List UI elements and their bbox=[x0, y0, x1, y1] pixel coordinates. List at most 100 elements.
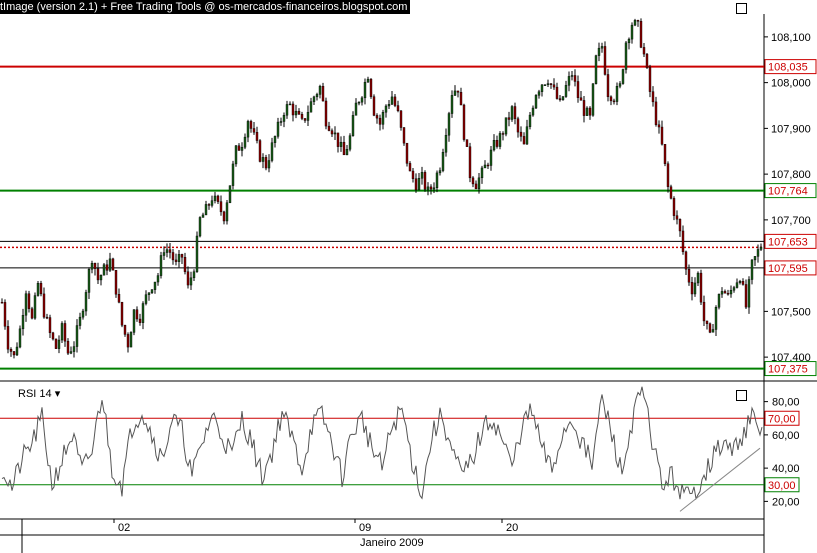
candle-body bbox=[66, 340, 70, 354]
candle-body bbox=[123, 324, 127, 335]
candle-body bbox=[648, 67, 652, 92]
candle-body bbox=[699, 272, 703, 303]
candle-body bbox=[585, 107, 589, 116]
candle-body bbox=[12, 351, 16, 356]
candle-body bbox=[102, 264, 106, 276]
rsi-level-label: 30,00 bbox=[768, 480, 796, 492]
candle-body bbox=[312, 96, 316, 102]
candle-body bbox=[693, 282, 697, 295]
candle-body bbox=[633, 20, 637, 26]
candle-body bbox=[753, 256, 757, 261]
candle-body bbox=[741, 281, 745, 285]
candle-body bbox=[711, 329, 715, 333]
candle-body bbox=[219, 201, 223, 213]
candle-body bbox=[423, 172, 427, 190]
candle-body bbox=[663, 144, 667, 164]
candle-body bbox=[675, 215, 679, 220]
candle-body bbox=[69, 351, 73, 354]
time-tick-label: 20 bbox=[506, 522, 518, 534]
candle-body bbox=[93, 263, 97, 269]
time-axis: 02 09 20 bbox=[113, 519, 518, 534]
candle-body bbox=[414, 178, 418, 191]
candle-body bbox=[678, 219, 682, 232]
time-tick-label: 09 bbox=[359, 522, 371, 534]
candle-body bbox=[717, 293, 721, 308]
candle-body bbox=[447, 113, 451, 136]
candle-body bbox=[735, 282, 739, 288]
candle-body bbox=[3, 302, 7, 327]
candle-body bbox=[738, 281, 742, 283]
level-tag-label: 107,653 bbox=[768, 236, 808, 248]
candle-body bbox=[60, 323, 64, 341]
candle-body bbox=[441, 152, 445, 171]
rsi-trendline bbox=[679, 447, 761, 512]
candle-body bbox=[726, 293, 730, 295]
level-tag-label: 107,764 bbox=[768, 186, 808, 198]
candle-body bbox=[306, 111, 310, 121]
candle-body bbox=[627, 38, 631, 44]
candle-body bbox=[744, 284, 748, 308]
candle-body bbox=[162, 252, 166, 256]
candle-body bbox=[666, 163, 670, 187]
candle-body bbox=[453, 90, 457, 96]
candle-body bbox=[309, 101, 313, 113]
candle-body bbox=[420, 172, 424, 179]
candle-body bbox=[435, 172, 439, 189]
candle-body bbox=[81, 310, 85, 318]
candle-body bbox=[375, 115, 379, 119]
candle-body bbox=[261, 157, 265, 162]
candle-body bbox=[513, 106, 517, 119]
candle-body bbox=[546, 83, 550, 85]
candle-body bbox=[48, 317, 52, 334]
candle-body bbox=[444, 134, 448, 153]
rsi-indicator-label[interactable]: RSI 14 ▾ bbox=[18, 387, 60, 400]
candle-body bbox=[639, 21, 643, 48]
candle-body bbox=[393, 96, 397, 106]
candle-body bbox=[474, 183, 478, 190]
candle-body bbox=[228, 185, 232, 203]
candle-body bbox=[195, 235, 199, 272]
candle-body bbox=[339, 141, 343, 147]
candle-body bbox=[552, 84, 556, 88]
candle-body bbox=[132, 309, 136, 333]
candle-body bbox=[537, 91, 541, 96]
candle-body bbox=[426, 186, 430, 190]
candle-body bbox=[36, 283, 40, 296]
candle-body bbox=[498, 133, 502, 147]
candle-body bbox=[111, 258, 115, 271]
candle-body bbox=[696, 272, 700, 284]
candle-body bbox=[105, 264, 109, 271]
candle-body bbox=[237, 145, 241, 151]
candles bbox=[0, 18, 763, 359]
candle-body bbox=[321, 86, 325, 102]
candle-body bbox=[354, 102, 358, 116]
candle-body bbox=[45, 316, 49, 319]
candle-body bbox=[570, 75, 574, 77]
price-tick-label: 107,500 bbox=[771, 306, 811, 318]
candle-body bbox=[471, 177, 475, 185]
candle-body bbox=[405, 142, 409, 164]
candle-body bbox=[300, 114, 304, 119]
candle-body bbox=[450, 95, 454, 114]
candle-body bbox=[645, 53, 649, 68]
candle-body bbox=[222, 211, 226, 222]
candle-body bbox=[363, 81, 367, 99]
candle-body bbox=[147, 292, 151, 295]
candle-body bbox=[684, 251, 688, 270]
candle-body bbox=[501, 133, 505, 135]
candle-body bbox=[129, 332, 133, 348]
candle-body bbox=[168, 249, 172, 253]
candle-body bbox=[138, 318, 142, 323]
candle-body bbox=[240, 147, 244, 151]
candle-body bbox=[6, 326, 10, 350]
candle-body bbox=[177, 254, 181, 262]
candle-body bbox=[276, 121, 280, 137]
candle-body bbox=[705, 320, 709, 324]
candle-body bbox=[117, 294, 121, 303]
candle-body bbox=[657, 124, 661, 128]
candle-body bbox=[408, 163, 412, 172]
candle-body bbox=[417, 178, 421, 191]
candle-body bbox=[234, 145, 238, 165]
candle-body bbox=[291, 103, 295, 116]
candle-body bbox=[708, 323, 712, 333]
